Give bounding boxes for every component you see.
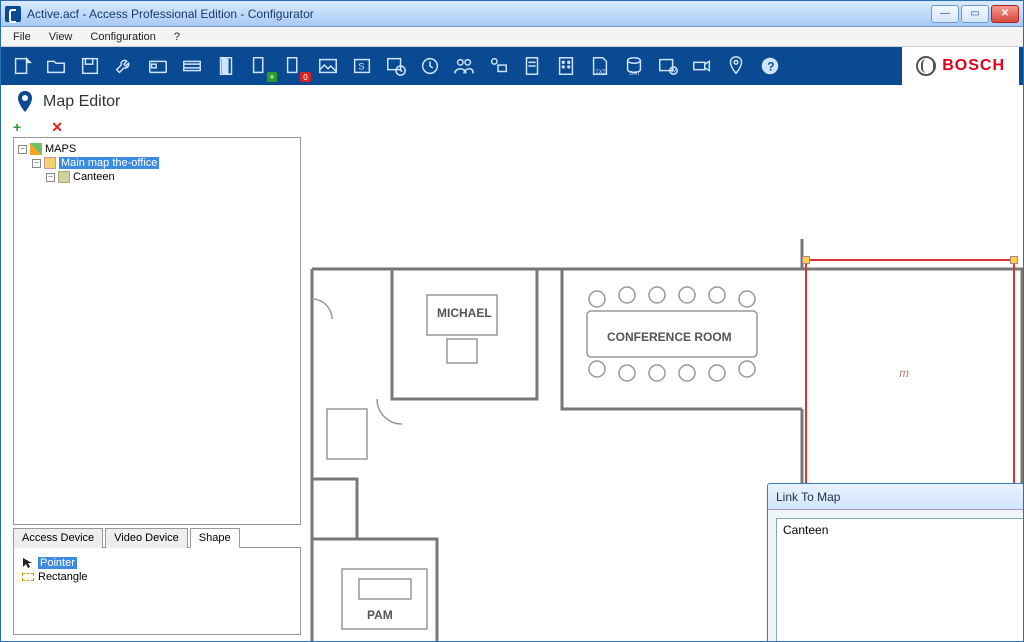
house-icon <box>44 157 56 169</box>
app-window: Active.acf - Access Professional Edition… <box>0 0 1024 642</box>
left-column: + ✕ −MAPS −Main map the-office −Canteen <box>1 119 307 641</box>
tree-item-main-map[interactable]: −Main map the-office <box>32 156 296 170</box>
dialog-list-item[interactable]: Canteen <box>783 523 1023 537</box>
door-add-icon[interactable]: + <box>243 50 277 82</box>
menu-help[interactable]: ? <box>166 29 188 45</box>
shape-rectangle[interactable]: Rectangle <box>22 570 292 584</box>
page-header: Map Editor <box>1 85 1023 119</box>
card-icon[interactable] <box>141 50 175 82</box>
map-tree[interactable]: −MAPS −Main map the-office −Canteen <box>18 142 296 184</box>
database-icon[interactable]: DAT <box>617 50 651 82</box>
open-icon[interactable] <box>39 50 73 82</box>
new-icon[interactable] <box>5 50 39 82</box>
app-icon <box>5 6 21 22</box>
maximize-button[interactable]: ▭ <box>961 5 989 23</box>
brand-logo: BOSCH <box>901 47 1019 85</box>
add-map-button[interactable]: + <box>13 119 21 135</box>
menu-file[interactable]: File <box>5 29 39 45</box>
people-card-icon[interactable] <box>481 50 515 82</box>
submap-icon <box>58 171 70 183</box>
schedule-icon[interactable]: S <box>345 50 379 82</box>
map-canvas[interactable]: MICHAEL CONFERENCE ROOM PAM KITCHEN <box>307 119 1023 641</box>
label-conference: CONFERENCE ROOM <box>607 330 732 344</box>
people-icon[interactable] <box>447 50 481 82</box>
label-michael: MICHAEL <box>437 306 492 320</box>
bosch-icon <box>916 56 936 76</box>
door-icon[interactable] <box>209 50 243 82</box>
doc-icon[interactable] <box>515 50 549 82</box>
titlebar: Active.acf - Access Professional Edition… <box>1 1 1023 27</box>
svg-text:S: S <box>358 62 364 72</box>
pointer-icon <box>22 557 34 569</box>
remove-map-button[interactable]: ✕ <box>51 119 63 135</box>
dialog-title: Link To Map <box>768 484 1023 510</box>
film-icon[interactable] <box>175 50 209 82</box>
page-title: Map Editor <box>43 93 120 111</box>
minimize-button[interactable]: — <box>931 5 959 23</box>
menu-view[interactable]: View <box>41 29 81 45</box>
clock-icon[interactable] <box>413 50 447 82</box>
svg-text:?: ? <box>767 60 774 74</box>
main-area: + ✕ −MAPS −Main map the-office −Canteen <box>1 119 1023 641</box>
camera-icon[interactable] <box>685 50 719 82</box>
svg-text:TXT: TXT <box>595 69 606 75</box>
help-icon[interactable]: ? <box>753 50 787 82</box>
svg-text:DAT: DAT <box>629 71 640 77</box>
web-icon[interactable]: W <box>651 50 685 82</box>
calendar-clock-icon[interactable] <box>379 50 413 82</box>
shape-label: Pointer <box>38 557 77 569</box>
tree-item-label: Canteen <box>73 171 115 183</box>
window-title: Active.acf - Access Professional Edition… <box>27 7 931 21</box>
rectangle-icon <box>22 573 34 581</box>
save-icon[interactable] <box>73 50 107 82</box>
link-to-map-dialog: Link To Map Canteen OK Cancel <box>767 483 1023 641</box>
tab-video-device[interactable]: Video Device <box>105 528 188 548</box>
txt-icon[interactable]: TXT <box>583 50 617 82</box>
maps-folder-icon <box>30 143 42 155</box>
tab-shape[interactable]: Shape <box>190 528 240 548</box>
keypad-icon[interactable] <box>549 50 583 82</box>
device-tabs: Access Device Video Device Shape <box>13 527 301 548</box>
tree-root-label: MAPS <box>45 143 76 155</box>
door-alert-icon[interactable]: 0 <box>277 50 311 82</box>
brand-text: BOSCH <box>942 57 1005 75</box>
wrench-icon[interactable] <box>107 50 141 82</box>
shape-panel: Pointer Rectangle <box>13 548 301 635</box>
tab-access-device[interactable]: Access Device <box>13 528 103 548</box>
tree-controls: + ✕ <box>1 119 307 135</box>
menu-configuration[interactable]: Configuration <box>82 29 163 45</box>
map-tree-panel: −MAPS −Main map the-office −Canteen <box>13 137 301 525</box>
tree-item-canteen[interactable]: −Canteen <box>46 170 296 184</box>
svg-text:W: W <box>671 68 677 74</box>
label-pam: PAM <box>367 608 393 622</box>
shape-label: Rectangle <box>38 571 88 583</box>
close-button[interactable]: ✕ <box>991 5 1019 23</box>
shape-pointer[interactable]: Pointer <box>22 556 292 570</box>
map-editor-icon <box>17 91 33 113</box>
window-buttons: — ▭ ✕ <box>931 5 1019 23</box>
dialog-list[interactable]: Canteen <box>776 518 1023 641</box>
menubar: File View Configuration ? <box>1 27 1023 47</box>
tree-root[interactable]: −MAPS <box>18 142 296 156</box>
picture-icon[interactable] <box>311 50 345 82</box>
map-pin-icon[interactable] <box>719 50 753 82</box>
tree-item-label: Main map the-office <box>59 157 159 169</box>
toolbar: + 0 S TXT DAT W ? BOSCH <box>1 47 1023 85</box>
